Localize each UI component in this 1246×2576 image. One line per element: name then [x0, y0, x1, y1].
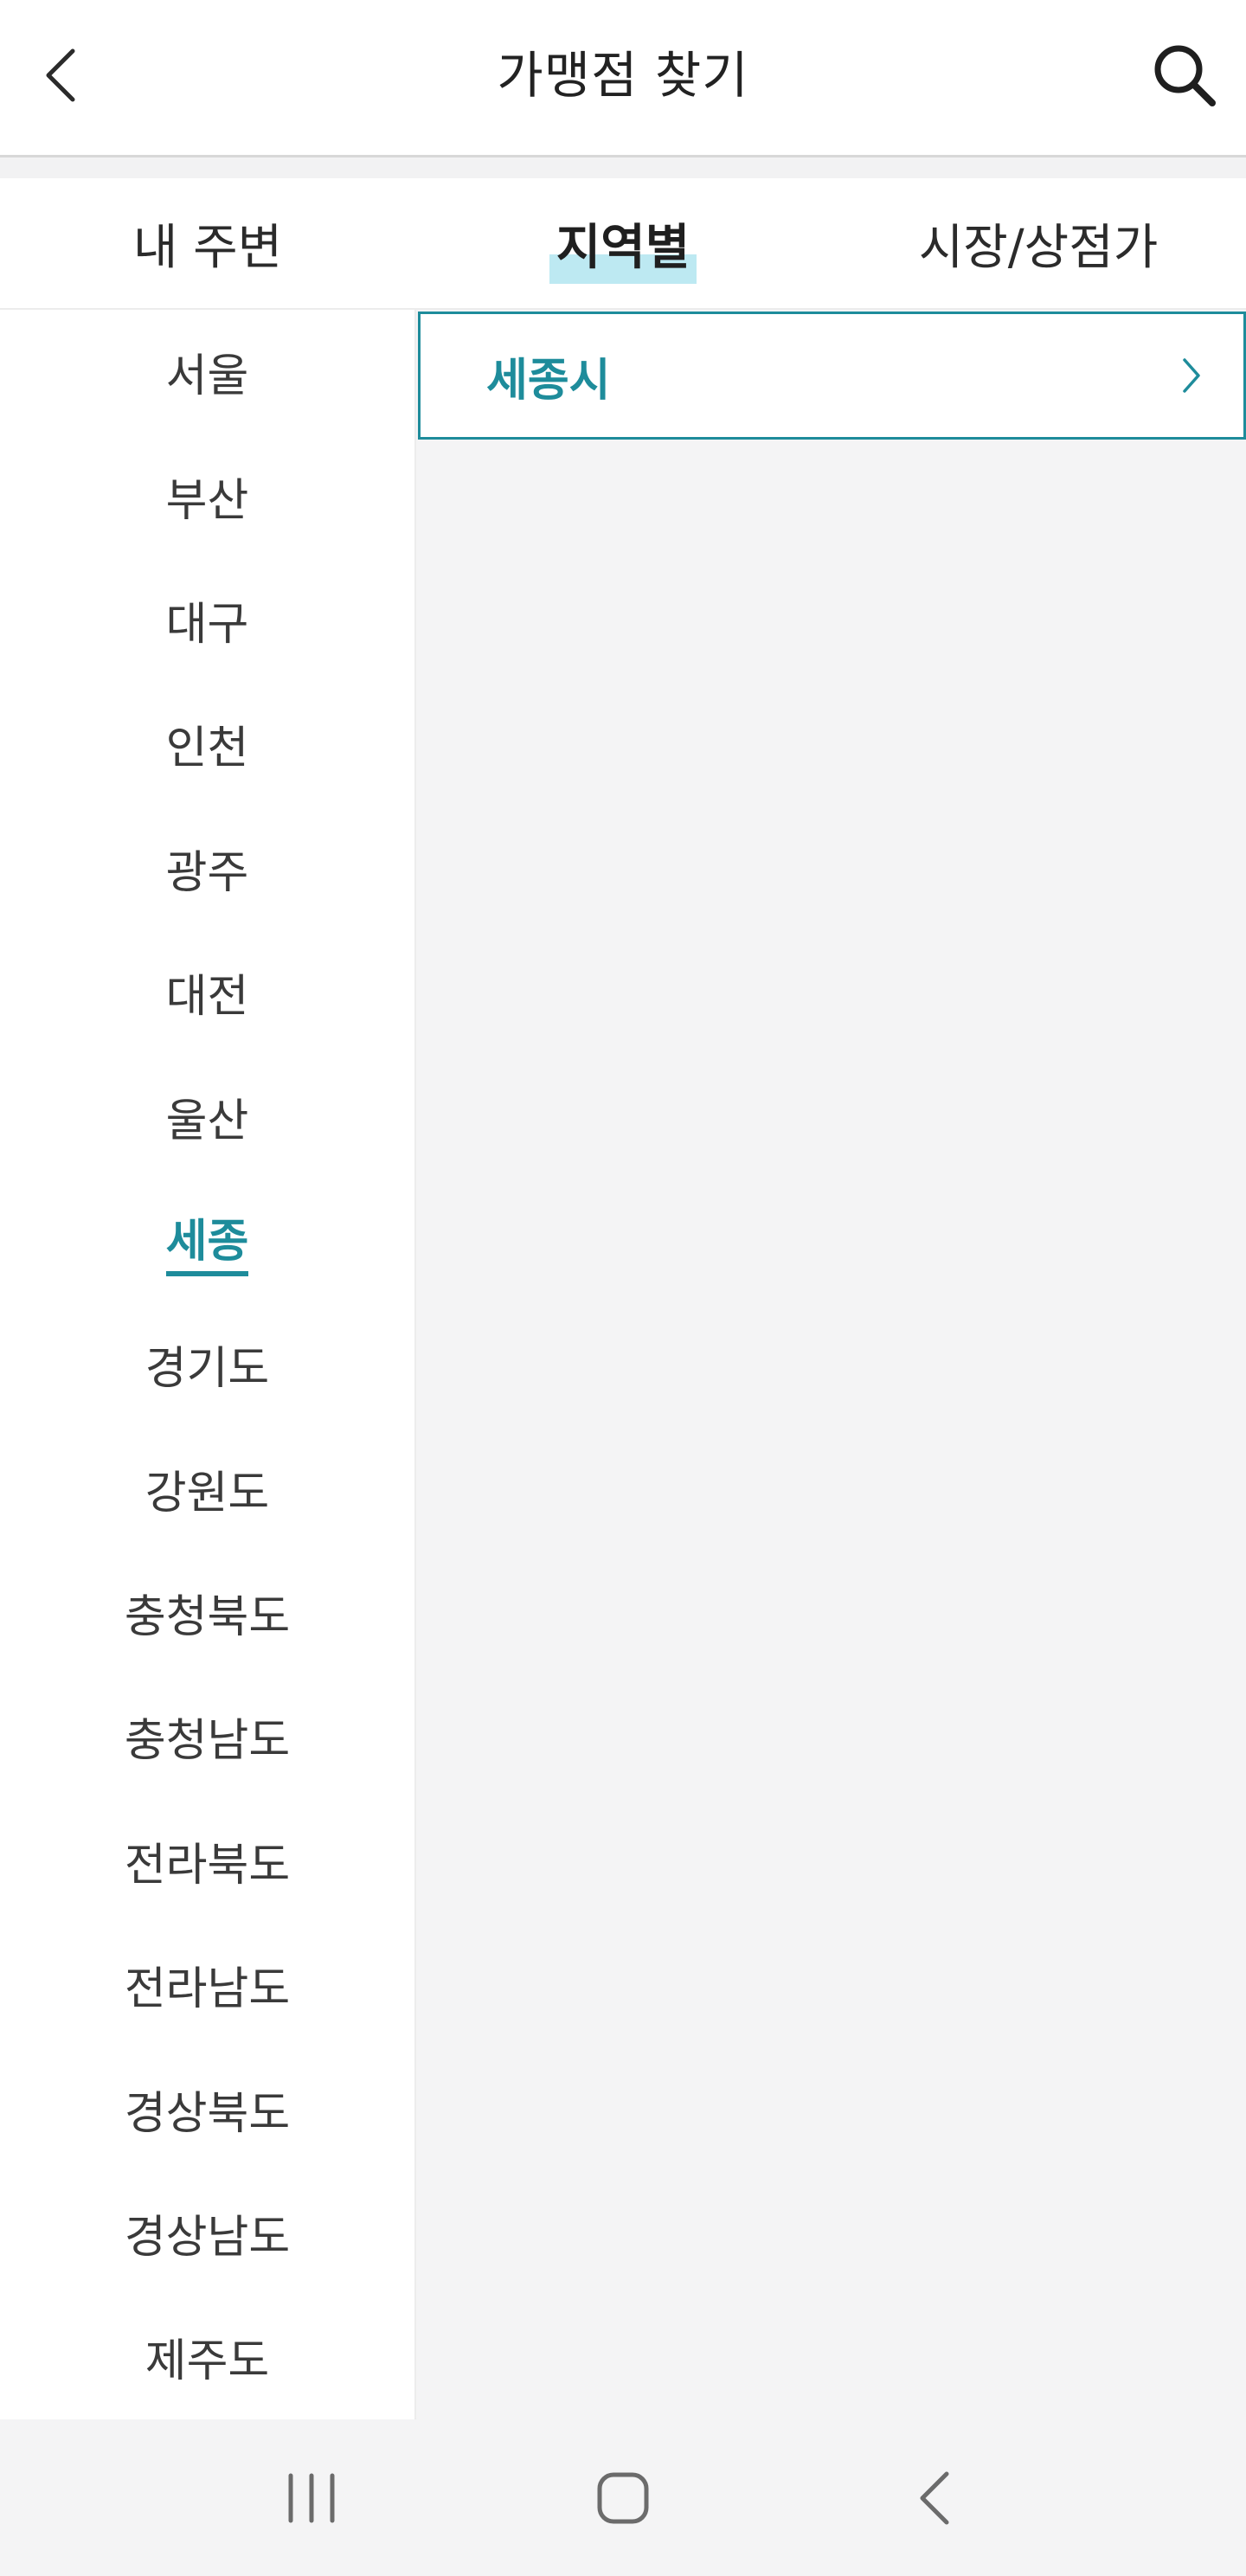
region-item-seoul[interactable]: 서울	[0, 310, 414, 434]
region-label: 경상남도	[124, 2212, 291, 2264]
recent-apps-button[interactable]	[251, 2446, 372, 2550]
region-item-daegu[interactable]: 대구	[0, 558, 414, 682]
system-nav-bar	[0, 2419, 1246, 2576]
region-item-gangwon[interactable]: 강원도	[0, 1427, 414, 1551]
region-item-busan[interactable]: 부산	[0, 434, 414, 557]
region-item-gyeonggi[interactable]: 경기도	[0, 1302, 414, 1426]
search-icon	[1154, 45, 1216, 106]
region-item-daejeon[interactable]: 대전	[0, 930, 414, 1054]
region-item-gyeongnam[interactable]: 경상남도	[0, 2171, 414, 2295]
tab-label: 내 주변	[132, 219, 283, 276]
region-label: 인천	[165, 723, 249, 775]
back-nav-button[interactable]	[874, 2446, 995, 2550]
tab-bar: 내 주변 지역별 시장/상점가	[0, 178, 1246, 310]
region-item-ulsan[interactable]: 울산	[0, 1054, 414, 1178]
region-label: 충청북도	[124, 1591, 291, 1644]
header-spacer	[0, 157, 1246, 178]
region-label: 울산	[165, 1095, 249, 1147]
region-item-gwangju[interactable]: 광주	[0, 806, 414, 930]
region-label: 서울	[165, 350, 249, 403]
region-item-gyeongbuk[interactable]: 경상북도	[0, 2046, 414, 2170]
region-label: 제주도	[145, 2335, 270, 2388]
app-header: 가맹점 찾기	[0, 0, 1246, 157]
tab-label: 시장/상점가	[918, 219, 1159, 276]
home-button[interactable]	[562, 2446, 684, 2550]
region-label: 전라남도	[124, 1963, 291, 2016]
region-label: 세종	[165, 1204, 249, 1276]
tab-market[interactable]: 시장/상점가	[831, 178, 1246, 308]
region-item-jeju[interactable]: 제주도	[0, 2295, 414, 2419]
tab-label: 지역별	[549, 209, 697, 284]
tab-by-region[interactable]: 지역별	[415, 178, 831, 308]
home-icon	[597, 2472, 649, 2523]
region-item-chungbuk[interactable]: 충청북도	[0, 1551, 414, 1674]
region-item-chungnam[interactable]: 충청남도	[0, 1674, 414, 1798]
region-label: 대구	[165, 598, 249, 651]
sub-region-panel: 세종시	[418, 310, 1246, 2419]
region-label: 경기도	[145, 1343, 270, 1396]
sub-region-item-sejong-city[interactable]: 세종시	[418, 312, 1246, 440]
region-label: 광주	[165, 846, 249, 899]
search-button[interactable]	[1140, 31, 1227, 118]
page-title: 가맹점 찾기	[497, 46, 749, 105]
recent-apps-icon	[288, 2473, 335, 2522]
sub-region-label: 세종시	[486, 354, 611, 407]
region-label: 대전	[165, 971, 249, 1024]
chevron-right-icon	[1178, 355, 1205, 396]
tab-nearby[interactable]: 내 주변	[0, 178, 415, 308]
region-item-jeonnam[interactable]: 전라남도	[0, 1923, 414, 2046]
region-list: 서울 부산 대구 인천 광주 대전 울산 세종 경기도 강원도 충청북도 충청남…	[0, 310, 416, 2419]
region-label: 전라북도	[124, 1839, 291, 1892]
region-item-incheon[interactable]: 인천	[0, 682, 414, 806]
region-label: 경상북도	[124, 2087, 291, 2140]
region-item-sejong[interactable]: 세종	[0, 1179, 414, 1302]
back-icon	[920, 2471, 949, 2524]
region-label: 부산	[165, 474, 249, 527]
region-label: 충청남도	[124, 1715, 291, 1768]
region-item-jeonbuk[interactable]: 전라북도	[0, 1799, 414, 1923]
region-label: 강원도	[145, 1467, 270, 1519]
